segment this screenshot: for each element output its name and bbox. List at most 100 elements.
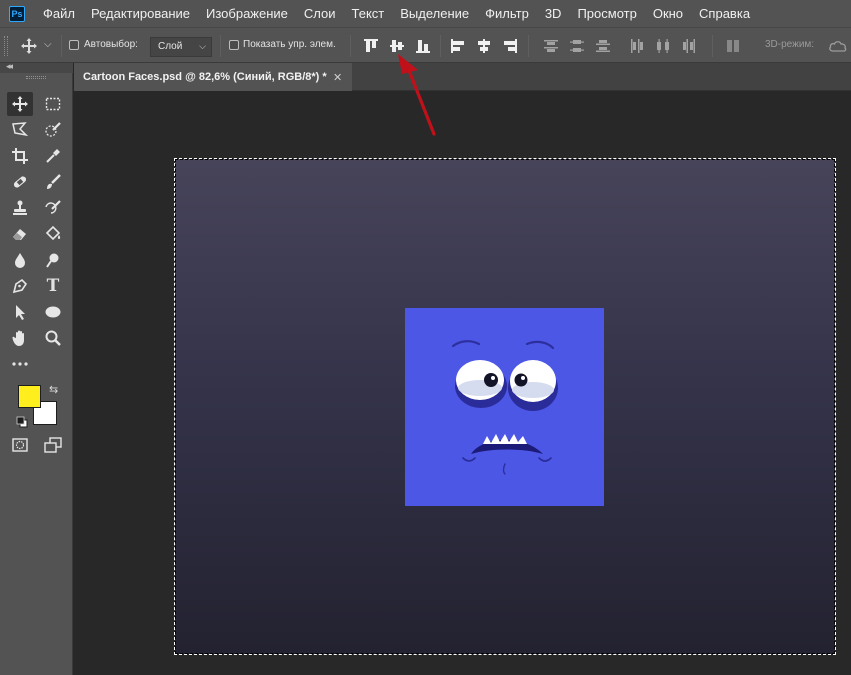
- type-tool[interactable]: T: [40, 274, 66, 298]
- droplet-icon: [15, 253, 25, 268]
- default-colors-icon[interactable]: [16, 415, 28, 428]
- rectangular-marquee-tool[interactable]: [40, 92, 66, 116]
- document-tab-title: Cartoon Faces.psd @ 82,6% (Синий, RGB/8*…: [83, 71, 327, 83]
- auto-select-checkbox[interactable]: [69, 40, 79, 50]
- align-horizontal-centers-icon[interactable]: [476, 38, 492, 54]
- distribute-right-edges-icon[interactable]: [681, 38, 697, 54]
- auto-align-layers-icon[interactable]: [725, 38, 741, 54]
- menu-edit[interactable]: Редактирование: [83, 0, 198, 27]
- menu-select[interactable]: Выделение: [392, 0, 477, 27]
- close-icon[interactable]: ✕: [333, 71, 342, 84]
- eraser-tool[interactable]: [7, 222, 33, 246]
- align-top-edges-icon[interactable]: [363, 38, 379, 54]
- menu-type[interactable]: Текст: [344, 0, 393, 27]
- arrow-pointer-icon: [16, 305, 25, 320]
- align-left-edges-icon[interactable]: [450, 38, 466, 54]
- lasso-tool[interactable]: [7, 118, 33, 142]
- divider: [712, 35, 713, 57]
- menu-window[interactable]: Окно: [645, 0, 691, 27]
- tool-preset-chevron-down-icon[interactable]: ⌵: [44, 39, 52, 50]
- menu-view[interactable]: Просмотр: [569, 0, 644, 27]
- menu-layers[interactable]: Слои: [296, 0, 344, 27]
- dodge-icon: [46, 253, 59, 268]
- move-tool[interactable]: [7, 92, 33, 116]
- blur-tool[interactable]: [7, 248, 33, 272]
- type-icon: T: [46, 276, 60, 296]
- ellipse-tool[interactable]: [40, 300, 66, 324]
- menu-filter[interactable]: Фильтр: [477, 0, 537, 27]
- menu-image[interactable]: Изображение: [198, 0, 296, 27]
- distribute-vertical-centers-icon[interactable]: [569, 38, 585, 54]
- align-right-edges-icon[interactable]: [502, 38, 518, 54]
- marquee-icon: [45, 97, 61, 111]
- polygonal-lasso-icon: [12, 122, 29, 137]
- screen-mode-icon: [44, 437, 62, 453]
- magnifier-icon: [45, 330, 61, 346]
- crop-tool[interactable]: [7, 144, 33, 168]
- edit-toolbar-button[interactable]: [7, 352, 33, 376]
- options-bar-grip[interactable]: [4, 36, 8, 56]
- brush-tool[interactable]: [40, 170, 66, 194]
- paint-bucket-icon: [45, 225, 61, 241]
- swap-colors-icon[interactable]: ⇆: [49, 383, 58, 396]
- move-icon: [12, 96, 28, 112]
- pen-icon: [12, 278, 28, 294]
- quick-selection-icon: [45, 122, 61, 137]
- screen-mode-tool[interactable]: [40, 433, 66, 457]
- distribute-left-edges-icon[interactable]: [629, 38, 645, 54]
- divider: [61, 35, 62, 57]
- blue-face-layer[interactable]: [405, 308, 604, 506]
- show-transform-controls-checkbox[interactable]: [229, 40, 239, 50]
- dodge-tool[interactable]: [40, 248, 66, 272]
- cartoon-face-icon: [451, 340, 558, 475]
- bandage-icon: [13, 176, 27, 188]
- spot-healing-brush-tool[interactable]: [7, 170, 33, 194]
- quick-mask-icon: [12, 438, 28, 452]
- document-workspace[interactable]: [74, 92, 851, 675]
- clone-stamp-tool[interactable]: [7, 196, 33, 220]
- photoshop-logo-icon: Ps: [9, 5, 25, 22]
- pen-tool[interactable]: [7, 274, 33, 298]
- document-tab[interactable]: Cartoon Faces.psd @ 82,6% (Синий, RGB/8*…: [74, 63, 352, 91]
- menu-help[interactable]: Справка: [691, 0, 758, 27]
- auto-select-target-value: Слой: [158, 41, 183, 52]
- menu-bar: Ps Файл Редактирование Изображение Слои …: [0, 0, 851, 27]
- chevron-down-icon: ⌵: [199, 41, 206, 51]
- paint-bucket-tool[interactable]: [40, 222, 66, 246]
- tools-panel-grip[interactable]: [26, 76, 46, 79]
- divider: [528, 35, 529, 57]
- distribute-top-edges-icon[interactable]: [543, 38, 559, 54]
- eraser-icon: [13, 229, 26, 240]
- more-dots-icon: [12, 362, 28, 366]
- distribute-horizontal-centers-icon[interactable]: [655, 38, 671, 54]
- quick-selection-tool[interactable]: [40, 118, 66, 142]
- divider: [220, 35, 221, 57]
- history-brush-icon: [45, 200, 61, 214]
- hand-icon: [12, 330, 24, 346]
- auto-select-label: Автовыбор:: [84, 39, 138, 50]
- zoom-tool[interactable]: [40, 326, 66, 350]
- ellipse-icon: [45, 306, 61, 318]
- document-tab-bar: Cartoon Faces.psd @ 82,6% (Синий, RGB/8*…: [74, 63, 851, 91]
- tools-panel: ◂◂ T ⇆: [0, 61, 73, 675]
- history-brush-tool[interactable]: [40, 196, 66, 220]
- stamp-icon: [13, 200, 27, 215]
- collapse-double-chevron-icon[interactable]: ◂◂: [6, 61, 13, 72]
- move-tool-preset-icon[interactable]: [20, 37, 38, 55]
- hand-tool[interactable]: [7, 326, 33, 350]
- distribute-bottom-edges-icon[interactable]: [595, 38, 611, 54]
- annotation-arrow: [388, 48, 448, 140]
- menu-file[interactable]: Файл: [35, 0, 83, 27]
- menu-3d[interactable]: 3D: [537, 0, 570, 27]
- divider: [350, 35, 351, 57]
- tools-panel-header[interactable]: ◂◂: [0, 61, 73, 73]
- cloud-icon[interactable]: [828, 37, 848, 55]
- quick-mask-tool[interactable]: [7, 433, 33, 457]
- show-transform-controls-label: Показать упр. элем.: [243, 39, 336, 50]
- brush-icon: [47, 174, 61, 189]
- path-selection-tool[interactable]: [7, 300, 33, 324]
- foreground-color-swatch[interactable]: [18, 385, 41, 408]
- eyedropper-tool[interactable]: [40, 144, 66, 168]
- 3d-mode-label: 3D-режим:: [765, 39, 815, 50]
- auto-select-target-dropdown[interactable]: Слой ⌵: [150, 37, 212, 57]
